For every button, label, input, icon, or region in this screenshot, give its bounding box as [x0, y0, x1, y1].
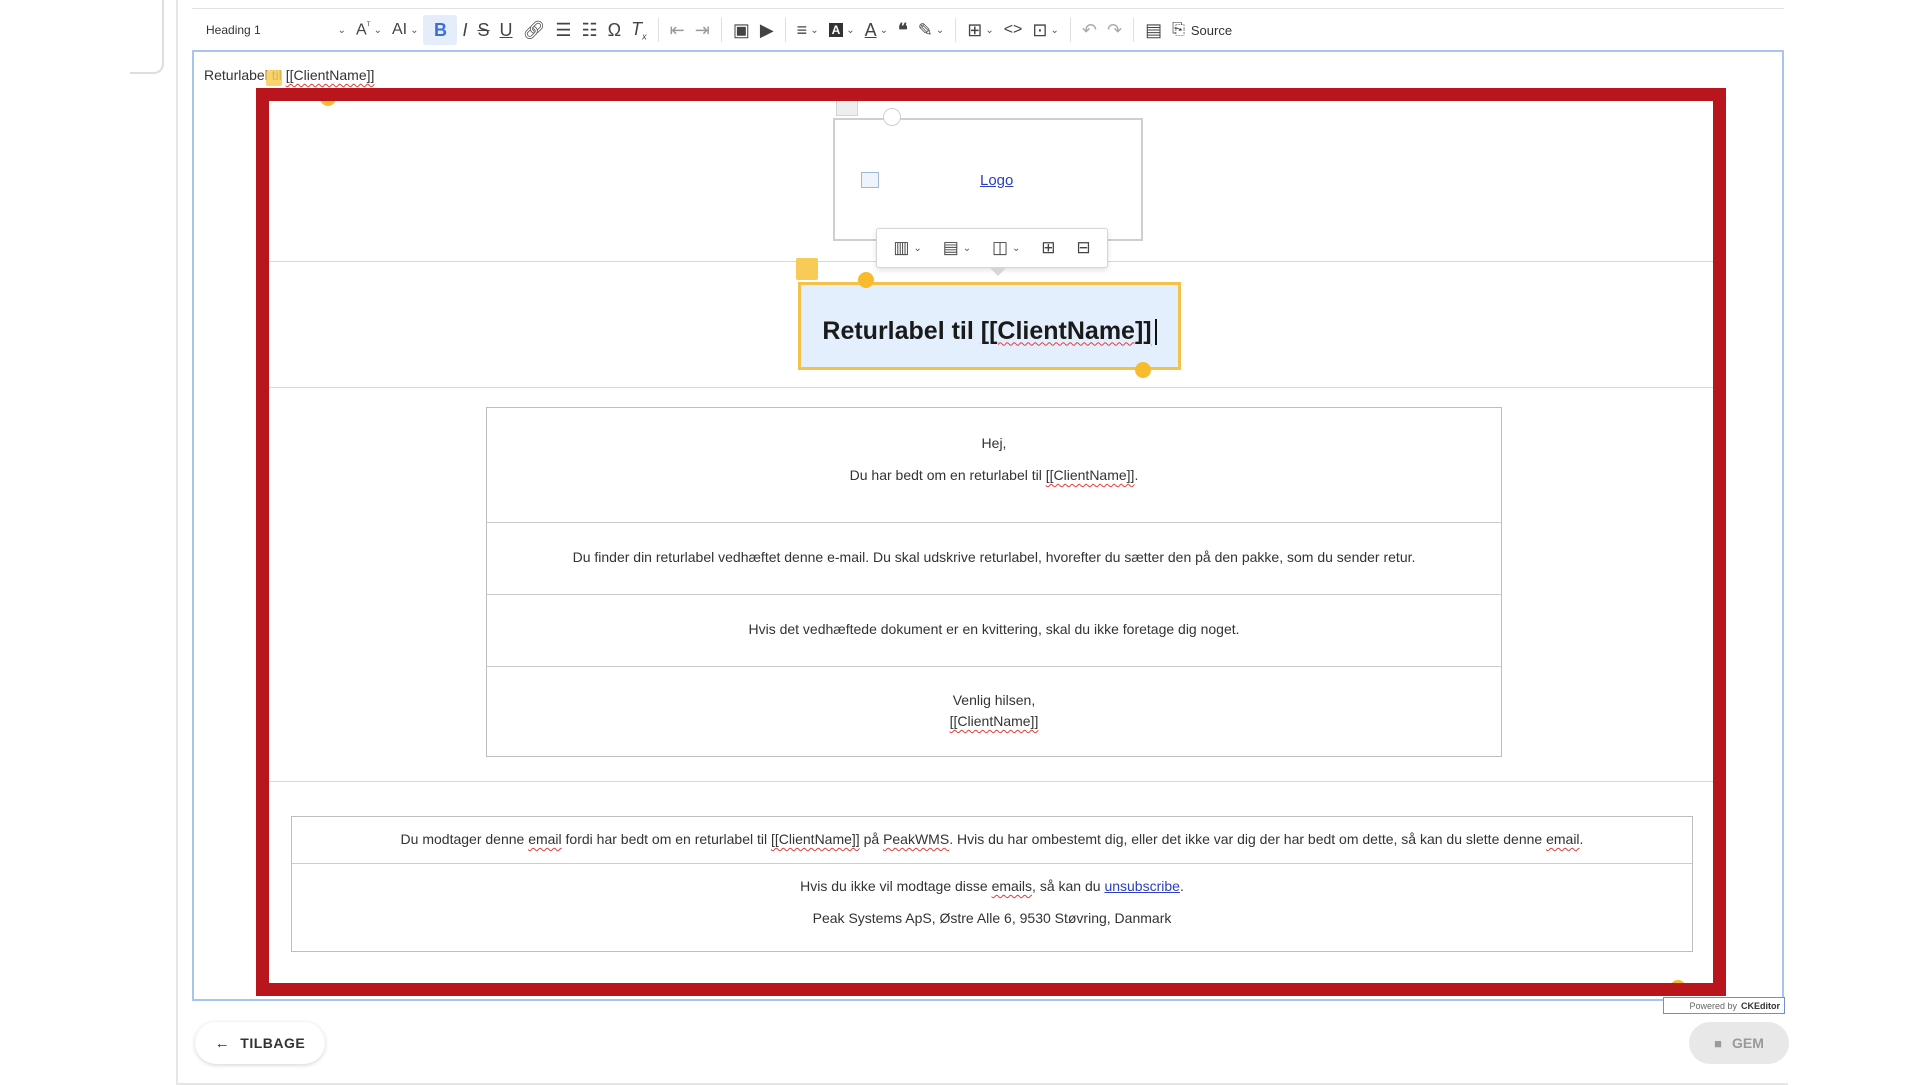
- chevron-down-icon: ⌄: [1050, 24, 1059, 36]
- media-embed-button[interactable]: ▶: [755, 15, 779, 45]
- highlight-button[interactable]: ✎ ⌄: [913, 15, 949, 45]
- underline-button[interactable]: U: [495, 15, 518, 45]
- special-characters-button[interactable]: Ω: [603, 15, 626, 45]
- italic-button[interactable]: I: [457, 15, 472, 45]
- preheader-text[interactable]: Returlabel til [[ClientName]]: [204, 67, 374, 83]
- chevron-down-icon: ⌄: [410, 24, 419, 36]
- toolbar-separator: [1069, 18, 1071, 42]
- save-icon: ■: [1714, 1035, 1722, 1051]
- font-color-button[interactable]: A ⌄: [860, 15, 893, 45]
- special-characters-icon: Ω: [607, 19, 622, 40]
- save-button-label: GEM: [1731, 1035, 1764, 1051]
- font-background-color-icon: A: [828, 23, 844, 37]
- show-blocks-button[interactable]: ▤: [1140, 15, 1167, 45]
- editor-toolbar: Heading 1 ⌄ Aᵀ ⌄ AI ⌄ B I S U 🔗︎ ☰ ☷ Ω Tx …: [192, 8, 1784, 51]
- alignment-button[interactable]: ≡ ⌄: [792, 15, 824, 45]
- toolbar-separator: [657, 18, 659, 42]
- powered-by-brand: CKEditor: [1741, 1000, 1780, 1011]
- chevron-down-icon: ⌄: [879, 24, 889, 36]
- blockquote-button[interactable]: ❝: [893, 15, 913, 45]
- source-label: Source: [1190, 22, 1233, 38]
- highlight-annotation: [256, 88, 1726, 996]
- numbered-list-button[interactable]: ☷: [577, 15, 603, 45]
- toolbar-separator: [784, 18, 786, 42]
- media-embed-icon: ▶: [759, 19, 774, 40]
- toolbar-separator: [1133, 18, 1135, 42]
- font-size-icon: Aᵀ: [356, 20, 371, 39]
- chevron-down-icon: ⌄: [810, 24, 819, 36]
- chevron-down-icon: ⌄: [985, 24, 994, 36]
- sidebar-edge: [130, 0, 164, 74]
- redo-button[interactable]: ↷: [1102, 15, 1127, 45]
- strikethrough-icon: S: [477, 19, 490, 40]
- source-icon: ⎘: [1172, 21, 1185, 38]
- underline-icon: U: [499, 19, 513, 40]
- font-color-icon: A: [864, 19, 877, 40]
- remove-format-icon: Tx: [631, 18, 647, 42]
- back-button[interactable]: ← TILBAGE: [195, 1022, 325, 1064]
- alignment-icon: ≡: [796, 19, 808, 40]
- italic-icon: I: [462, 19, 468, 40]
- bold-icon: B: [433, 19, 447, 40]
- page-frame-left: [176, 0, 178, 1084]
- code-icon: <>: [1003, 21, 1023, 38]
- arrow-left-icon: ←: [214, 1034, 231, 1052]
- indent-icon: ⇥: [694, 19, 710, 40]
- code-button[interactable]: <>: [999, 15, 1028, 45]
- table-cell-handle[interactable]: [266, 70, 282, 86]
- html-embed-icon: ⊡: [1032, 19, 1048, 40]
- link-icon: 🔗︎: [522, 19, 546, 40]
- chevron-down-icon: ⌄: [935, 24, 945, 36]
- insert-image-icon: ▣: [732, 19, 750, 40]
- font-size-button[interactable]: Aᵀ ⌄: [351, 15, 387, 45]
- chevron-down-icon: ⌄: [337, 24, 346, 36]
- indent-button[interactable]: ⇥: [690, 15, 715, 45]
- font-family-icon: AI: [391, 21, 408, 38]
- numbered-list-icon: ☷: [581, 19, 598, 40]
- chevron-down-icon: ⌄: [846, 24, 855, 36]
- undo-icon: ↶: [1081, 19, 1097, 40]
- remove-format-button[interactable]: Tx: [626, 15, 652, 45]
- strikethrough-button[interactable]: S: [473, 15, 495, 45]
- undo-button[interactable]: ↶: [1077, 15, 1102, 45]
- highlight-icon: ✎: [917, 19, 933, 40]
- source-button[interactable]: ⎘ Source: [1167, 15, 1237, 45]
- bulleted-list-button[interactable]: ☰: [550, 15, 576, 45]
- heading-dropdown-value: Heading 1: [206, 23, 261, 37]
- show-blocks-icon: ▤: [1145, 19, 1163, 40]
- blockquote-icon: ❝: [898, 19, 908, 40]
- html-embed-button[interactable]: ⊡ ⌄: [1027, 15, 1063, 45]
- chevron-down-icon: ⌄: [373, 24, 382, 36]
- font-family-button[interactable]: AI ⌄: [387, 15, 424, 45]
- redo-icon: ↷: [1106, 19, 1123, 40]
- powered-by-prefix: Powered by: [1689, 1000, 1737, 1011]
- toolbar-separator: [720, 18, 722, 42]
- bold-button[interactable]: B: [423, 15, 458, 45]
- outdent-button[interactable]: ⇤: [665, 15, 690, 45]
- powered-by-badge[interactable]: Powered by CKEditor: [1663, 997, 1785, 1014]
- font-background-color-button[interactable]: A ⌄: [824, 15, 860, 45]
- bulleted-list-icon: ☰: [555, 19, 572, 40]
- insert-table-icon: ⊞: [967, 19, 983, 40]
- toolbar-separator: [955, 18, 957, 42]
- heading-dropdown[interactable]: Heading 1 ⌄: [192, 15, 351, 45]
- back-button-label: TILBAGE: [240, 1035, 306, 1051]
- outdent-icon: ⇤: [669, 19, 685, 40]
- insert-image-button[interactable]: ▣: [728, 15, 755, 45]
- save-button[interactable]: ■ GEM: [1689, 1022, 1789, 1064]
- preheader-placeholder: [[ClientName]]: [285, 67, 375, 83]
- link-button[interactable]: 🔗︎: [518, 15, 551, 45]
- insert-table-button[interactable]: ⊞ ⌄: [962, 15, 998, 45]
